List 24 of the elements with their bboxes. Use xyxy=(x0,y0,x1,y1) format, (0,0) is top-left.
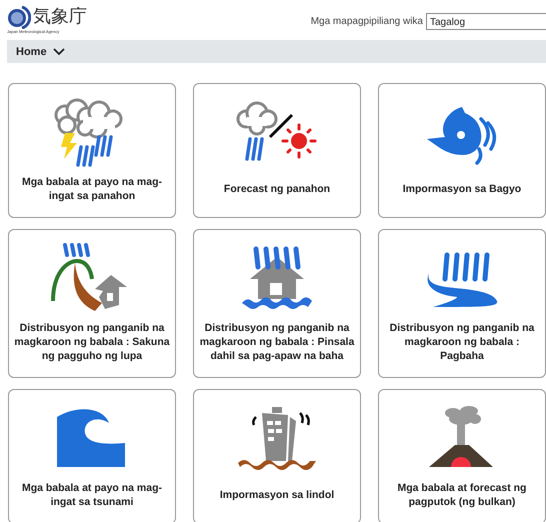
language-label: Mga mapagpipiliang wika xyxy=(310,16,423,27)
card-title: Impormasyon sa lindol xyxy=(220,488,334,502)
card-title: Distribusyon ng panganib na magkaroon ng babala : Pagbaha xyxy=(388,321,536,363)
card-title: Distribusyon ng panganib na magkaroon ng babala : Sakuna ng pagguho ng lupa xyxy=(13,321,171,363)
card-title: Mga babala at payo na mag-ingat sa tsunami xyxy=(20,481,164,509)
category-card[interactable]: Mga babala at forecast ng pagputok (ng bulkan) xyxy=(378,389,546,522)
card-title: Forecast ng panahon xyxy=(224,182,330,196)
card-title: Mga babala at payo na mag-ingat sa panahon xyxy=(20,175,164,203)
card-title: Mga babala at forecast ng pagputok (ng bulkan) xyxy=(396,481,528,509)
category-card[interactable]: Impormasyon sa Bagyo xyxy=(378,83,546,218)
language-select[interactable]: Tagalog xyxy=(426,13,546,30)
card-title: Distribusyon ng panganib na magkaroon ng babala : Pinsala dahil sa pag-apaw na baha xyxy=(198,321,356,363)
category-card[interactable]: Distribusyon ng panganib na magkaroon ng babala : Sakuna ng pagguho ng lupa xyxy=(8,229,176,378)
emblem-icon xyxy=(7,5,31,29)
chevron-down-icon[interactable] xyxy=(52,48,65,56)
category-card[interactable]: Distribusyon ng panganib na magkaroon ng babala : Pagbaha xyxy=(378,229,546,378)
category-card[interactable]: Forecast ng panahon xyxy=(193,83,361,218)
home-menu[interactable]: Home xyxy=(16,46,47,58)
card-title: Impormasyon sa Bagyo xyxy=(402,182,522,196)
category-card[interactable]: Mga babala at payo na mag-ingat sa tsunami xyxy=(8,389,176,522)
category-card[interactable]: Impormasyon sa lindol xyxy=(193,389,361,522)
logo-text: 気象庁 xyxy=(33,6,87,28)
category-card[interactable]: Distribusyon ng panganib na magkaroon ng babala : Pinsala dahil sa pag-apaw na baha xyxy=(193,229,361,378)
category-card[interactable]: Mga babala at payo na mag-ingat sa panahon xyxy=(8,83,176,218)
